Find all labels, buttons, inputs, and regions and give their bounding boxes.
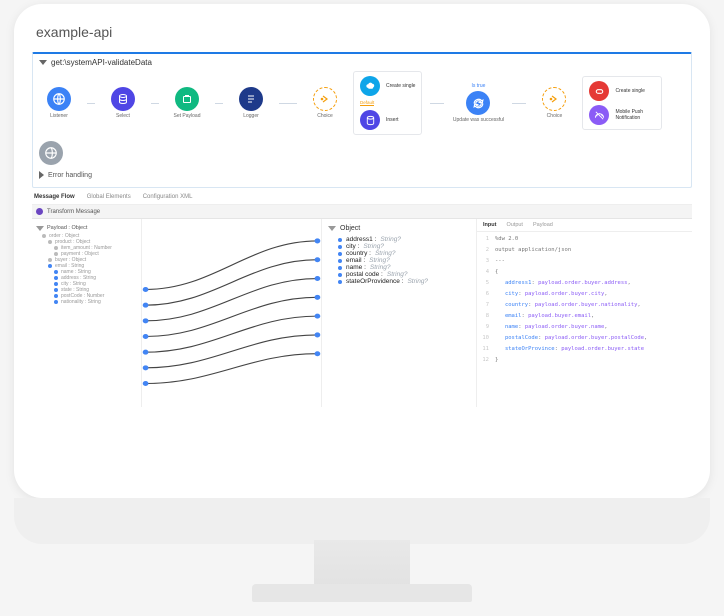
connector xyxy=(430,103,444,104)
tab-global-elements[interactable]: Global Elements xyxy=(87,194,131,200)
error-handling-row[interactable]: Error handling xyxy=(39,165,685,179)
lower-tabs: Message Flow Global Elements Configurati… xyxy=(32,188,692,205)
logger-icon xyxy=(239,87,263,111)
monitor-stand-base xyxy=(252,584,472,602)
branch-block-1: Create single Default Insert xyxy=(353,71,422,135)
flow-row: Listener Select Set Payloa xyxy=(39,71,685,135)
field-dot-icon xyxy=(54,294,58,298)
tab-message-flow[interactable]: Message Flow xyxy=(34,194,75,200)
field-dot-icon xyxy=(338,280,342,284)
database-icon xyxy=(360,110,380,130)
branch-row[interactable]: Insert xyxy=(360,110,415,130)
field-dot-icon xyxy=(54,252,58,256)
flow-canvas: get:\systemAPI-validateData Listener xyxy=(32,52,692,188)
field-dot-icon xyxy=(48,240,52,244)
collapse-icon xyxy=(39,60,47,65)
connector xyxy=(279,103,297,104)
globe-icon[interactable] xyxy=(39,141,63,165)
field-dot-icon xyxy=(338,238,342,242)
app-screen: example-api get:\systemAPI-validateData … xyxy=(32,22,692,480)
transform-header: Transform Message xyxy=(32,205,692,219)
field-dot-icon xyxy=(338,245,342,249)
flow-name: get:\systemAPI-validateData xyxy=(51,58,152,67)
flow-node-logger[interactable]: Logger xyxy=(231,87,271,119)
lower-panels: Payload : Object order : Objectproduct :… xyxy=(32,219,692,407)
database-icon xyxy=(111,87,135,111)
object-field[interactable]: name : String? xyxy=(328,264,470,271)
collapse-icon xyxy=(328,226,336,231)
field-dot-icon xyxy=(338,266,342,270)
screen-bezel: example-api get:\systemAPI-validateData … xyxy=(14,4,710,498)
monitor-stand-neck xyxy=(314,540,410,588)
collapse-icon xyxy=(36,226,44,231)
field-dot-icon xyxy=(338,259,342,263)
code-tabs: Input Output Payload xyxy=(477,219,692,232)
code-panel: Input Output Payload 123456789101112 %dw… xyxy=(477,219,692,407)
choice-icon xyxy=(313,87,337,111)
field-dot-icon xyxy=(54,246,58,250)
connector xyxy=(215,103,223,104)
flow-node-set-payload[interactable]: Set Payload xyxy=(167,87,207,119)
branch-row[interactable]: Create single xyxy=(589,81,655,101)
choice-icon xyxy=(542,87,566,111)
field-dot-icon xyxy=(54,288,58,292)
payload-tree[interactable]: Payload : Object order : Objectproduct :… xyxy=(32,219,142,407)
field-dot-icon xyxy=(338,273,342,277)
field-dot-icon xyxy=(48,258,52,262)
connector xyxy=(512,103,526,104)
branch-row[interactable]: Mobile Push Notification xyxy=(589,105,655,125)
api-title: example-api xyxy=(32,22,692,52)
branch-block-2: Create single Mobile Push Notification xyxy=(582,76,662,130)
flow-node-select[interactable]: Select xyxy=(103,87,143,119)
object-field[interactable]: postal code : String? xyxy=(328,271,470,278)
connector xyxy=(87,103,95,104)
monitor-frame: example-api get:\systemAPI-validateData … xyxy=(0,0,724,616)
wires-svg xyxy=(142,219,321,407)
tab-configuration-xml[interactable]: Configuration XML xyxy=(143,194,193,200)
sync-icon xyxy=(466,91,490,115)
object-field[interactable]: city : String? xyxy=(328,243,470,250)
mapping-wires xyxy=(142,219,322,407)
field-dot-icon xyxy=(42,234,46,238)
flow-node-update[interactable]: Is true Update was successful xyxy=(452,83,504,123)
output-object-tree[interactable]: Object address1 : String?city : String?c… xyxy=(322,219,477,407)
object-field[interactable]: country : String? xyxy=(328,250,470,257)
notification-icon xyxy=(589,105,609,125)
salesforce-icon xyxy=(360,76,380,96)
connector xyxy=(151,103,159,104)
object-field[interactable]: email : String? xyxy=(328,257,470,264)
globe-icon xyxy=(47,87,71,111)
field-dot-icon xyxy=(48,264,52,268)
code-tab-input[interactable]: Input xyxy=(483,222,496,228)
code-tab-output[interactable]: Output xyxy=(506,222,523,228)
transform-icon xyxy=(36,208,43,215)
line-gutter: 123456789101112 xyxy=(477,232,493,368)
code-editor[interactable]: 123456789101112 %dw 2.0output applicatio… xyxy=(477,232,692,368)
payload-icon xyxy=(175,87,199,111)
branch-row[interactable]: Create single xyxy=(360,76,415,96)
monitor-chin xyxy=(14,498,710,544)
flow-node-choice-1[interactable]: Choice xyxy=(305,87,345,119)
tree-item[interactable]: nationality : String xyxy=(36,299,137,305)
flow-header[interactable]: get:\systemAPI-validateData xyxy=(39,58,685,71)
expand-icon xyxy=(39,171,44,179)
flow-secondary-row xyxy=(39,135,685,165)
field-dot-icon xyxy=(54,270,58,274)
field-dot-icon xyxy=(54,300,58,304)
field-dot-icon xyxy=(54,276,58,280)
field-dot-icon xyxy=(54,282,58,286)
object-field[interactable]: address1 : String? xyxy=(328,236,470,243)
flow-node-listener[interactable]: Listener xyxy=(39,87,79,119)
default-tag: Default xyxy=(360,100,374,106)
oracle-icon xyxy=(589,81,609,101)
field-dot-icon xyxy=(338,252,342,256)
code-tab-payload[interactable]: Payload xyxy=(533,222,553,228)
flow-node-choice-2[interactable]: Choice xyxy=(534,87,574,119)
object-field[interactable]: stateOrProvidence : String? xyxy=(328,278,470,285)
code-lines: %dw 2.0output application/json---{ addre… xyxy=(493,232,649,368)
